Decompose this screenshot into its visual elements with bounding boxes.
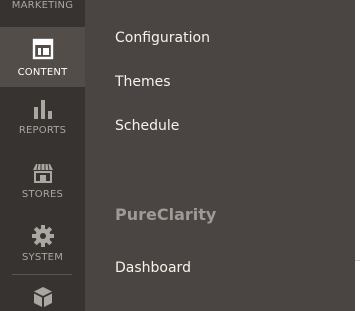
submenu-link-configuration[interactable]: Configuration <box>115 29 210 47</box>
submenu-link-dashboard[interactable]: Dashboard <box>115 259 191 277</box>
bar-chart-icon <box>33 100 52 119</box>
storefront-icon <box>32 163 53 183</box>
admin-sidebar: MARKETING CONTENT REPORTS STORES SYSTEM <box>0 0 85 311</box>
nav-item-content-label: CONTENT <box>17 67 68 78</box>
content-submenu-panel: Configuration Themes Schedule PureClarit… <box>85 0 355 311</box>
nav-item-marketing[interactable]: MARKETING <box>0 0 85 12</box>
gear-icon <box>31 225 54 247</box>
page-divider <box>355 260 360 261</box>
page-content-edge <box>355 0 360 311</box>
extension-box-icon <box>33 287 52 307</box>
nav-item-extensions[interactable] <box>0 285 85 311</box>
nav-item-system-label: SYSTEM <box>21 252 64 263</box>
nav-item-reports[interactable]: REPORTS <box>0 97 85 141</box>
nav-item-marketing-label: MARKETING <box>11 0 74 11</box>
submenu-section-title: PureClarity <box>115 205 217 224</box>
nav-item-reports-label: REPORTS <box>18 125 67 136</box>
nav-item-stores-label: STORES <box>21 189 64 200</box>
submenu-link-schedule[interactable]: Schedule <box>115 117 179 135</box>
nav-item-system[interactable]: SYSTEM <box>0 224 85 268</box>
content-layout-icon <box>32 38 53 60</box>
submenu-link-themes[interactable]: Themes <box>115 73 171 91</box>
nav-item-content[interactable]: CONTENT <box>0 27 85 87</box>
sidebar-divider <box>12 274 72 275</box>
nav-item-stores[interactable]: STORES <box>0 161 85 205</box>
